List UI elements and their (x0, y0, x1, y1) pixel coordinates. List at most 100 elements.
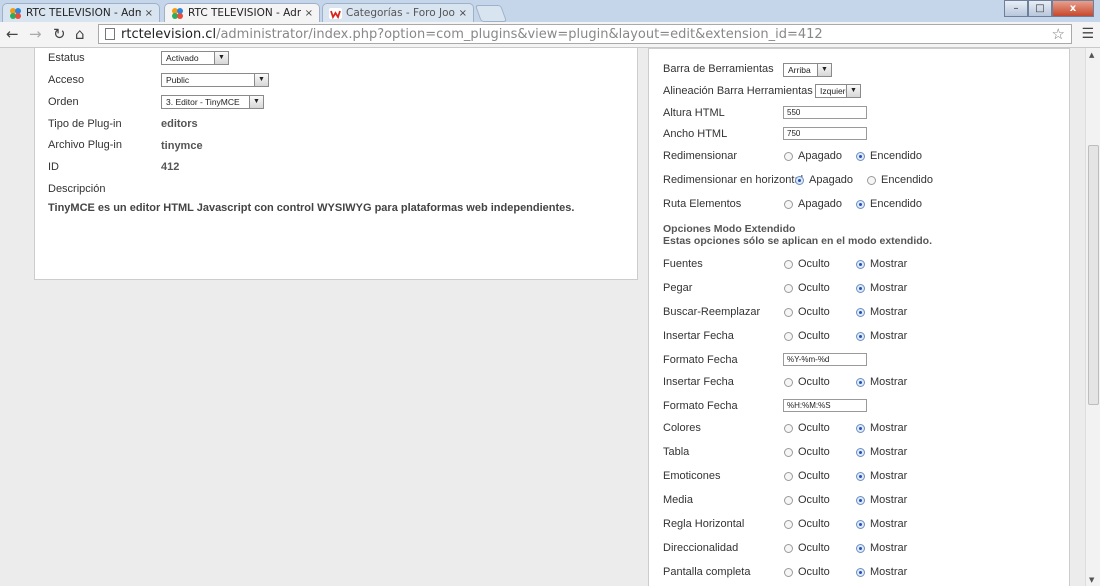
back-arrow-icon[interactable]: ← (6, 25, 19, 43)
minimize-button[interactable]: – (1004, 0, 1028, 17)
radio-button[interactable] (856, 543, 865, 553)
radio-button[interactable] (784, 519, 793, 529)
browser-tab-1[interactable]: RTC TELEVISION - Admini × (2, 3, 160, 22)
formato-fecha-input[interactable] (783, 399, 867, 412)
tab-close-icon[interactable]: × (145, 8, 153, 19)
vertical-scrollbar[interactable]: ▲ ▼ (1085, 48, 1100, 586)
altura-input[interactable] (783, 106, 867, 119)
show-radio[interactable]: Mostrar (856, 470, 907, 482)
hide-radio[interactable]: Oculto (784, 446, 830, 458)
radio-button[interactable] (784, 259, 793, 269)
scrollbar-thumb[interactable] (1088, 145, 1099, 405)
radio-button[interactable] (856, 307, 865, 317)
hide-radio[interactable]: Oculto (784, 422, 830, 434)
show-radio[interactable]: Mostrar (856, 494, 907, 506)
hide-radio[interactable]: Oculto (784, 282, 830, 294)
radio-button[interactable] (856, 447, 865, 457)
radio-button[interactable] (784, 283, 793, 293)
radio-label: Mostrar (870, 376, 908, 388)
show-radio[interactable]: Mostrar (856, 542, 907, 554)
extended-option-row: Insertar Fecha (663, 373, 734, 391)
radio-button[interactable] (784, 447, 793, 457)
radio-button[interactable] (784, 423, 793, 433)
bookmark-star-icon[interactable]: ☆ (1052, 25, 1065, 43)
show-radio[interactable]: Mostrar (856, 376, 907, 388)
hide-radio[interactable]: Oculto (784, 566, 830, 578)
redimensionar-off-radio[interactable]: Apagado (784, 150, 842, 162)
browser-tab-3[interactable]: Categorías - Foro Joomla! × (322, 3, 474, 22)
radio-button[interactable] (856, 331, 865, 341)
radio-button[interactable] (856, 423, 865, 433)
show-radio[interactable]: Mostrar (856, 566, 907, 578)
hide-radio[interactable]: Oculto (784, 330, 830, 342)
show-radio[interactable]: Mostrar (856, 282, 907, 294)
hide-radio[interactable]: Oculto (784, 518, 830, 530)
radio-button[interactable] (856, 471, 865, 481)
tab-close-icon[interactable]: × (305, 8, 313, 19)
radio-button[interactable] (784, 495, 793, 505)
redim-horizontal-on-radio[interactable]: Encendido (867, 174, 933, 186)
tab-close-icon[interactable]: × (459, 8, 467, 19)
radio-button[interactable] (784, 567, 793, 577)
radio-button[interactable] (784, 199, 793, 209)
radio-button[interactable] (856, 151, 865, 161)
show-radio[interactable]: Mostrar (856, 446, 907, 458)
hide-radio[interactable]: Oculto (784, 376, 830, 388)
radio-button[interactable] (784, 377, 793, 387)
hide-radio[interactable]: Oculto (784, 470, 830, 482)
hide-radio[interactable]: Oculto (784, 494, 830, 506)
browser-toolbar: ← → ↻ ⌂ rtctelevision.cl/administrator/i… (0, 22, 1100, 48)
radio-button[interactable] (867, 175, 876, 185)
radio-button[interactable] (784, 307, 793, 317)
new-tab-button[interactable] (474, 5, 508, 22)
redim-horizontal-row: Redimensionar en horizontal (663, 171, 803, 189)
radio-button[interactable] (856, 199, 865, 209)
radio-button[interactable] (856, 377, 865, 387)
show-radio[interactable]: Mostrar (856, 422, 907, 434)
radio-button[interactable] (856, 519, 865, 529)
radio-button[interactable] (784, 543, 793, 553)
radio-button[interactable] (856, 259, 865, 269)
maximize-button[interactable]: □ (1028, 0, 1052, 17)
formato-fecha-input[interactable] (783, 353, 867, 366)
show-radio[interactable]: Mostrar (856, 306, 907, 318)
extended-option-row: Formato Fecha (663, 397, 738, 415)
reload-icon[interactable]: ↻ (53, 25, 66, 43)
show-radio[interactable]: Mostrar (856, 258, 907, 270)
ruta-on-radio[interactable]: Encendido (856, 198, 922, 210)
scroll-down-icon[interactable]: ▼ (1089, 576, 1094, 584)
alineacion-select[interactable]: Izquierda ▼ (815, 84, 861, 98)
extended-option-label: Fuentes (663, 258, 703, 270)
alineacion-row: Alineación Barra Herramientas (663, 82, 813, 100)
estatus-select[interactable]: Activado ▼ (161, 51, 229, 65)
acceso-select[interactable]: Public ▼ (161, 73, 269, 87)
radio-button[interactable] (784, 471, 793, 481)
address-bar[interactable]: rtctelevision.cl/administrator/index.php… (98, 24, 1072, 44)
scroll-up-icon[interactable]: ▲ (1089, 51, 1094, 59)
close-window-button[interactable]: x (1052, 0, 1094, 17)
home-icon[interactable]: ⌂ (75, 25, 85, 43)
chrome-menu-icon[interactable]: ☰ (1081, 26, 1094, 42)
redimensionar-on-radio[interactable]: Encendido (856, 150, 922, 162)
barra-select[interactable]: Arriba ▼ (783, 63, 832, 77)
radio-button[interactable] (856, 283, 865, 293)
orden-select[interactable]: 3. Editor - TinyMCE ▼ (161, 95, 264, 109)
radio-button[interactable] (856, 567, 865, 577)
hide-radio[interactable]: Oculto (784, 258, 830, 270)
radio-button[interactable] (856, 495, 865, 505)
show-radio[interactable]: Mostrar (856, 518, 907, 530)
radio-button[interactable] (784, 331, 793, 341)
show-radio[interactable]: Mostrar (856, 330, 907, 342)
forward-arrow-icon[interactable]: → (29, 25, 42, 43)
radio-button[interactable] (784, 151, 793, 161)
ancho-input[interactable] (783, 127, 867, 140)
radio-label: Encendido (881, 174, 933, 186)
browser-tab-2-active[interactable]: RTC TELEVISION - Admini × (164, 3, 320, 22)
hide-radio[interactable]: Oculto (784, 542, 830, 554)
radio-button[interactable] (795, 175, 804, 185)
redim-horizontal-off-radio[interactable]: Apagado (795, 174, 853, 186)
radio-label: Oculto (798, 330, 830, 342)
hide-radio[interactable]: Oculto (784, 306, 830, 318)
ruta-off-radio[interactable]: Apagado (784, 198, 842, 210)
radio-label: Mostrar (870, 446, 908, 458)
